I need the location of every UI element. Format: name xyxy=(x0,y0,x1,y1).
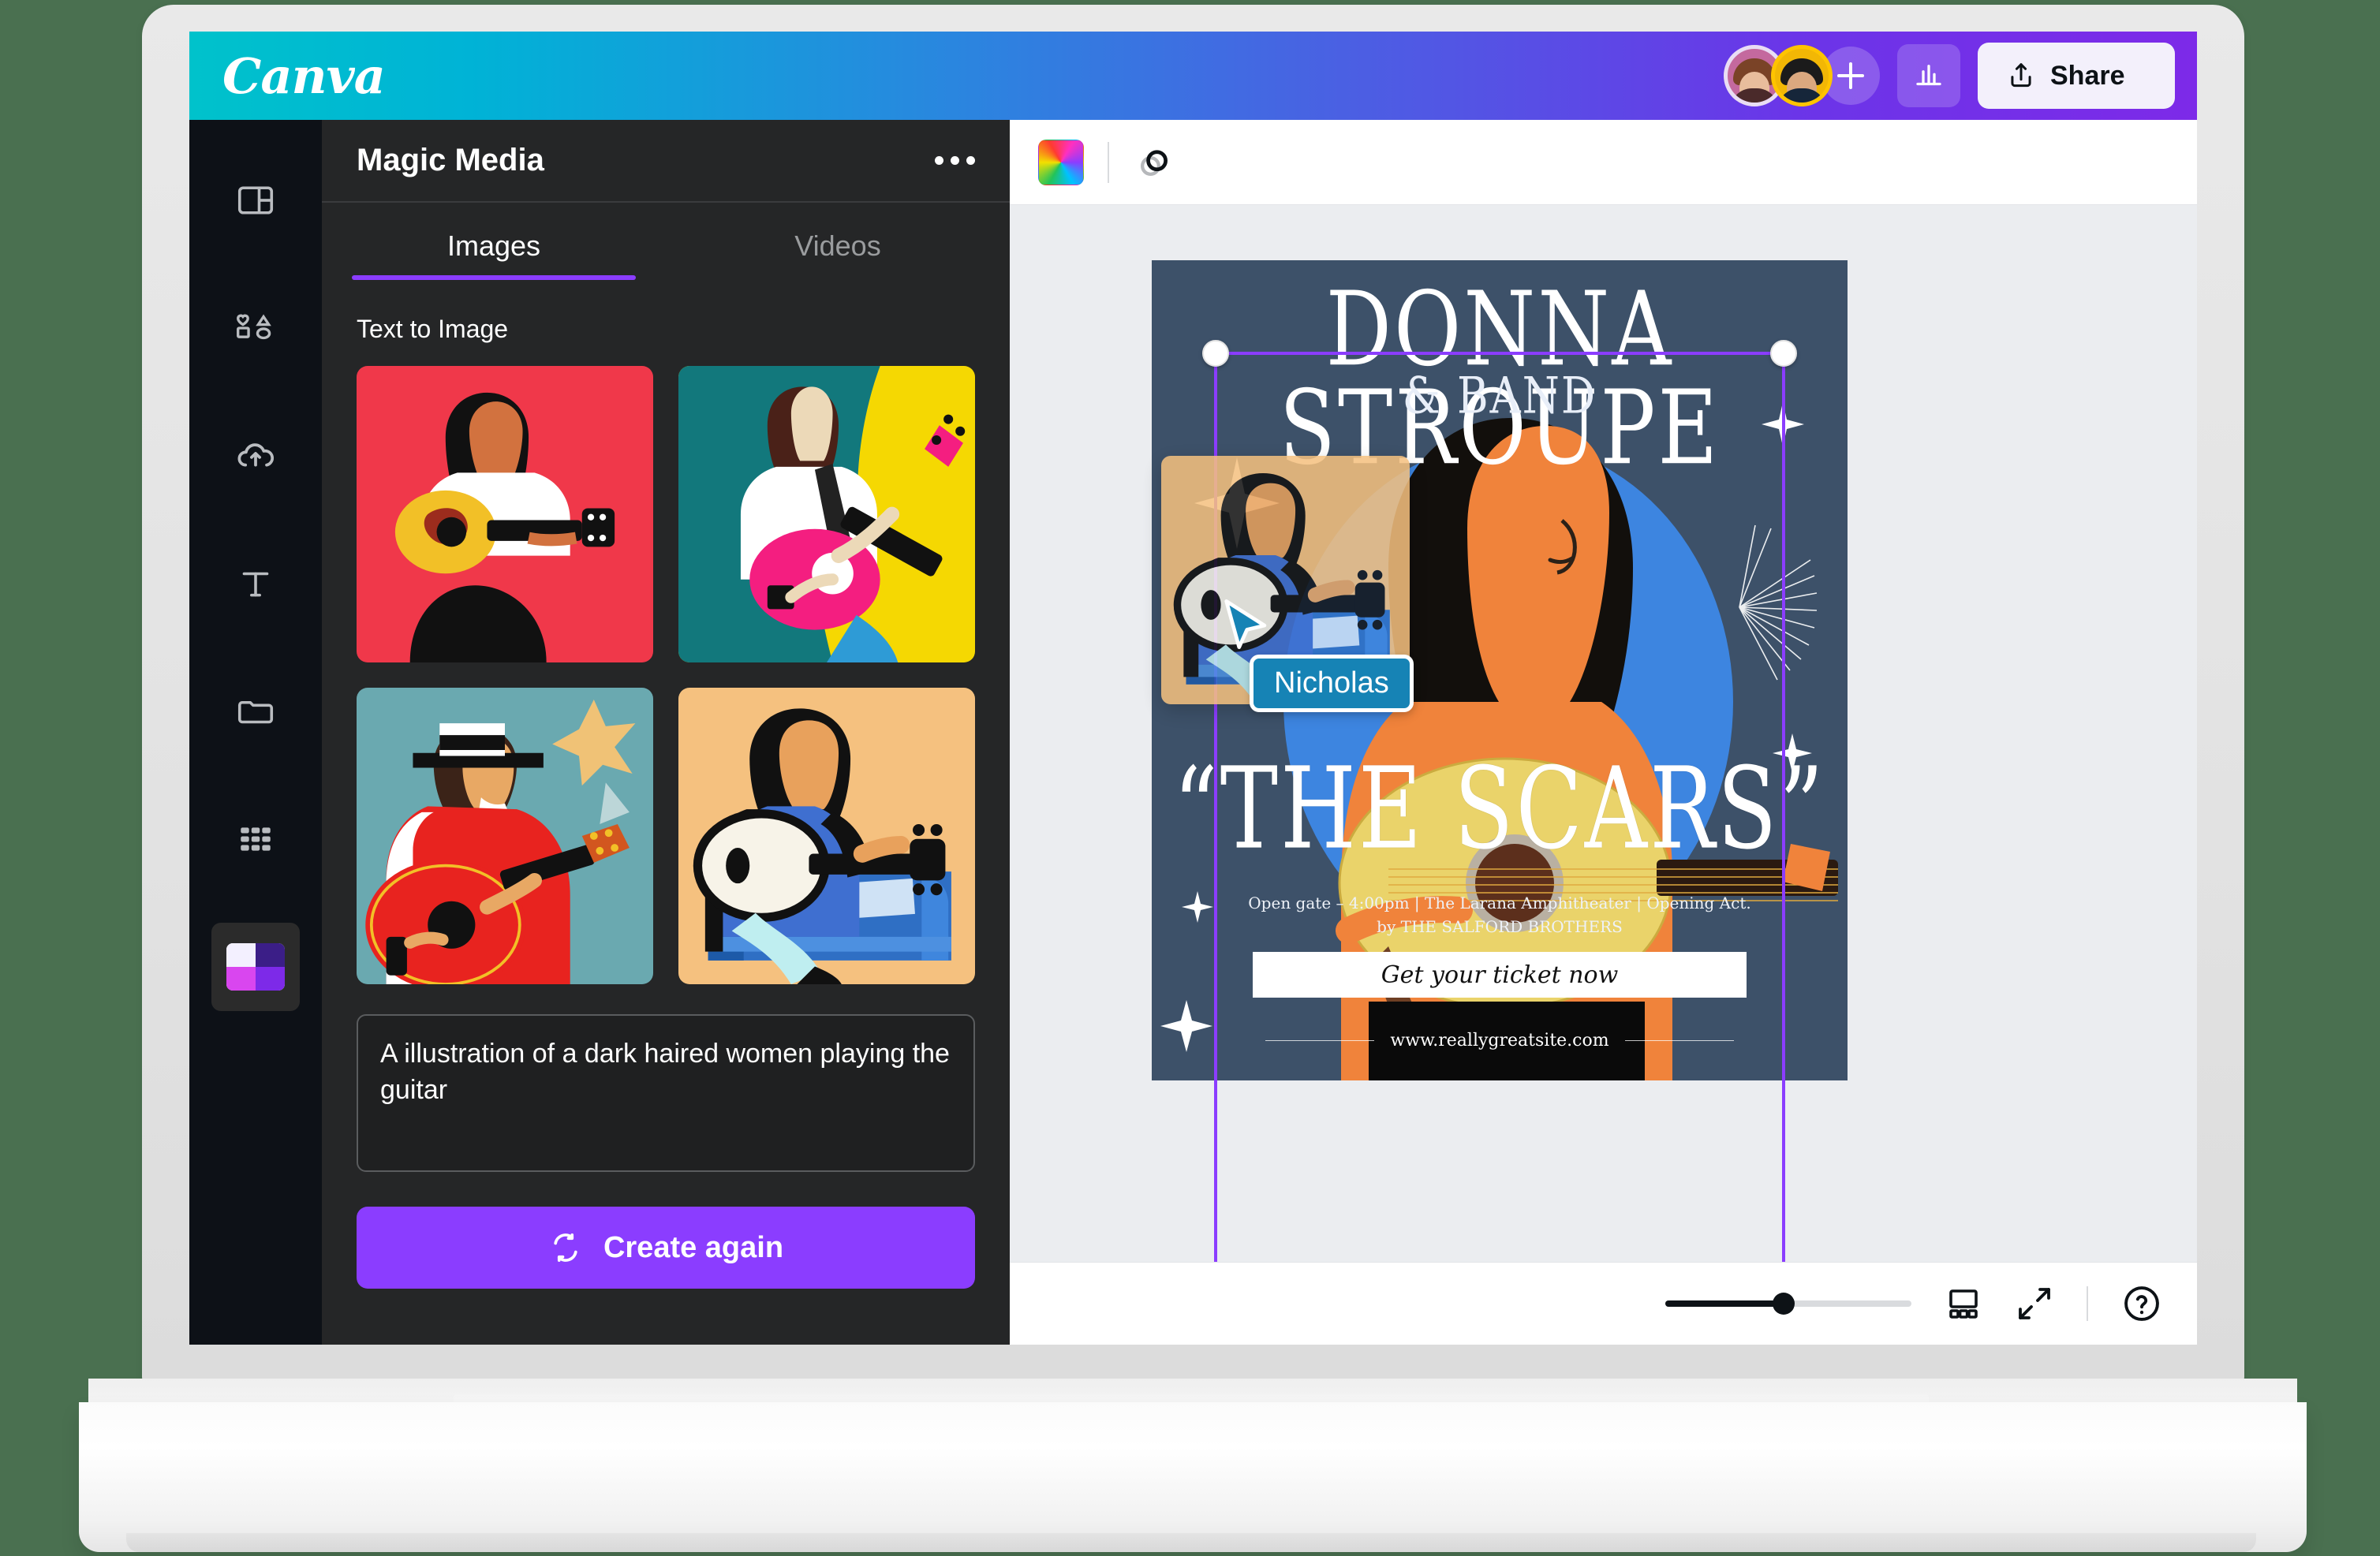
canvas-stage[interactable]: DONNA STROUPE & BAND “THE SCARS” Open ga… xyxy=(1010,205,2197,1297)
ellipsis-icon xyxy=(951,156,959,165)
generated-image-1[interactable] xyxy=(357,366,653,662)
ellipsis-icon xyxy=(966,156,975,165)
design-layout-icon xyxy=(237,186,274,215)
poster-website: www.reallygreatsite.com xyxy=(1390,1031,1609,1050)
refresh-icon xyxy=(554,1233,577,1262)
sidebar-item-text[interactable] xyxy=(211,539,300,628)
poster-details-line-1: Open gate – 4:00pm | The Larana Amphithe… xyxy=(1248,894,1751,912)
tab-videos[interactable]: Videos xyxy=(666,229,1010,280)
collaborator-avatars xyxy=(1724,45,1880,106)
canvas-bottom-bar xyxy=(1010,1262,2197,1345)
collaborator-cursor-label: Nicholas xyxy=(1250,655,1414,712)
avatar-body xyxy=(1777,88,1826,103)
magic-media-icon xyxy=(226,943,285,991)
top-bar-right-controls: Share xyxy=(1724,43,2175,109)
generated-images-grid xyxy=(322,344,1010,984)
expand-arrows-icon xyxy=(2019,1288,2050,1319)
canvas-area: DONNA STROUPE & BAND “THE SCARS” Open ga… xyxy=(1010,120,2197,1345)
illustration xyxy=(357,688,653,984)
magic-media-panel: Magic Media Images Videos Text to Image xyxy=(322,120,1010,1345)
tab-images[interactable]: Images xyxy=(322,229,666,280)
rainbow-color-swatch[interactable] xyxy=(1038,139,1084,185)
create-again-label: Create again xyxy=(603,1230,784,1264)
cloud-upload-icon xyxy=(237,443,275,467)
canva-logo[interactable]: Canva xyxy=(222,47,386,105)
panel-more-button[interactable] xyxy=(935,156,975,165)
divider-line xyxy=(1624,1040,1734,1041)
insights-button[interactable] xyxy=(1897,44,1960,107)
sidebar-item-uploads[interactable] xyxy=(211,412,300,500)
zoom-slider[interactable] xyxy=(1665,1293,1911,1315)
pages-view-button[interactable] xyxy=(1945,1285,1982,1323)
pages-grid-icon xyxy=(1949,1289,1978,1319)
share-button-label: Share xyxy=(2050,60,2125,91)
upload-icon xyxy=(2011,63,2031,88)
cursor-pointer-icon xyxy=(1224,599,1267,650)
left-rail xyxy=(189,120,322,1345)
illustration xyxy=(678,688,975,984)
laptop-base xyxy=(79,1402,2307,1552)
generated-image-3[interactable] xyxy=(357,688,653,984)
fullscreen-button[interactable] xyxy=(2016,1285,2053,1323)
panel-header: Magic Media xyxy=(322,120,1010,203)
sidebar-item-elements[interactable] xyxy=(211,284,300,372)
prompt-input[interactable] xyxy=(357,1014,975,1172)
avatar-body xyxy=(1730,88,1779,103)
poster-website-row: www.reallygreatsite.com xyxy=(1152,1031,1848,1050)
poster-album-title: “THE SCARS” xyxy=(1173,743,1826,875)
section-label-text-to-image: Text to Image xyxy=(357,315,509,343)
text-t-icon xyxy=(242,572,269,597)
poster-subtitle: & BAND xyxy=(1402,366,1597,425)
bottom-bar-divider xyxy=(2087,1286,2088,1321)
top-bar: Canva Share xyxy=(189,32,2197,120)
remote-cursor: Nicholas xyxy=(1221,598,1414,712)
sidebar-item-design[interactable] xyxy=(211,156,300,244)
folder-icon xyxy=(237,700,274,724)
create-again-button[interactable]: Create again xyxy=(357,1207,975,1289)
zoom-slider-fill xyxy=(1665,1300,1784,1307)
panel-tabs: Images Videos xyxy=(322,203,1010,280)
question-mark-icon xyxy=(2124,1286,2159,1321)
sidebar-item-projects[interactable] xyxy=(211,667,300,756)
help-button[interactable] xyxy=(2121,1283,2162,1324)
divider-line xyxy=(1265,1040,1375,1041)
ellipsis-icon xyxy=(935,156,943,165)
illustration xyxy=(357,366,653,662)
bar-chart-icon xyxy=(1916,65,1941,86)
page-title: Magic Media xyxy=(357,143,544,177)
illustration xyxy=(678,366,975,662)
generated-image-2[interactable] xyxy=(678,366,975,662)
share-button[interactable]: Share xyxy=(1978,43,2175,109)
sidebar-item-magic-media[interactable] xyxy=(211,923,300,1011)
canvas-toolbar xyxy=(1010,120,2197,205)
sidebar-item-apps[interactable] xyxy=(211,795,300,883)
poster-event-details: Open gate – 4:00pm | The Larana Amphithe… xyxy=(1186,891,1813,938)
avatar[interactable] xyxy=(1771,45,1833,106)
poster-cta-button[interactable]: Get your ticket now xyxy=(1253,952,1747,998)
poster-details-line-2: by THE SALFORD BROTHERS xyxy=(1377,917,1623,936)
toolbar-divider xyxy=(1108,141,1109,183)
grid-apps-icon xyxy=(241,827,271,851)
transparency-icon xyxy=(1141,149,1168,176)
laptop-base-foot xyxy=(126,1533,2256,1552)
shapes-elements-icon xyxy=(237,314,271,340)
transparency-button[interactable] xyxy=(1133,141,1175,184)
plus-icon xyxy=(1849,62,1852,89)
generated-image-4[interactable] xyxy=(678,688,975,984)
laptop-mockup: Canva Share Magic Media Images Videos Te… xyxy=(0,0,2380,1556)
screen: Canva Share Magic Media Images Videos Te… xyxy=(189,32,2197,1345)
zoom-slider-knob[interactable] xyxy=(1772,1293,1795,1315)
